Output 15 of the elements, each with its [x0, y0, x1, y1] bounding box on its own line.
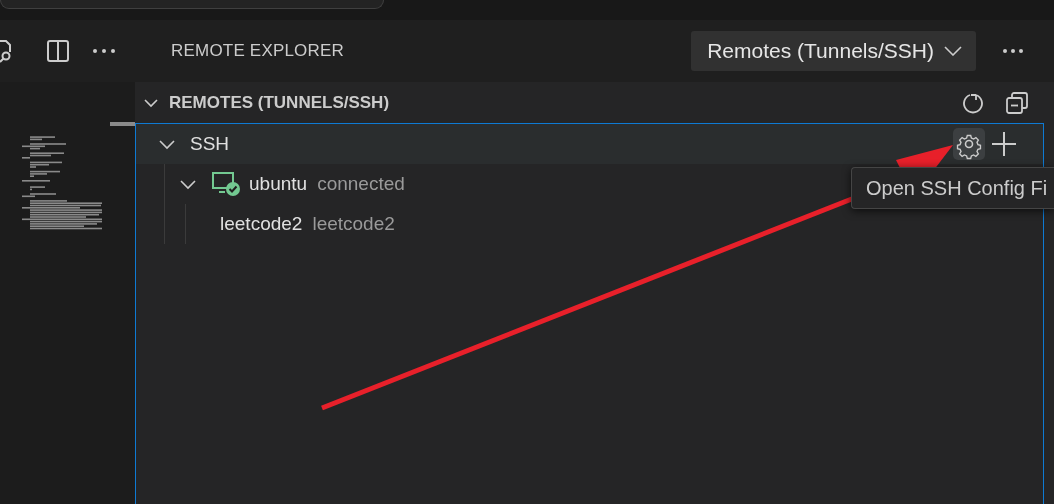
chevron-down-icon: [944, 46, 962, 56]
scrollbar-thumb[interactable]: [110, 122, 135, 126]
search-file-icon[interactable]: [0, 39, 14, 63]
tree-item[interactable]: SSH: [136, 124, 1043, 164]
remotes-dropdown[interactable]: Remotes (Tunnels/SSH): [691, 31, 976, 71]
more-icon[interactable]: [92, 48, 116, 54]
panel-title: REMOTE EXPLORER: [171, 41, 345, 61]
connected-monitor-icon: [211, 171, 241, 197]
collapse-all-icon[interactable]: [1005, 90, 1029, 115]
split-editor-icon[interactable]: [46, 39, 70, 63]
settings-icon[interactable]: [953, 128, 985, 160]
tooltip: Open SSH Config Fi: [851, 167, 1054, 209]
add-icon[interactable]: [991, 131, 1017, 157]
more-icon[interactable]: [1002, 48, 1024, 54]
section-header[interactable]: REMOTES (TUNNELS/SSH): [135, 92, 390, 113]
